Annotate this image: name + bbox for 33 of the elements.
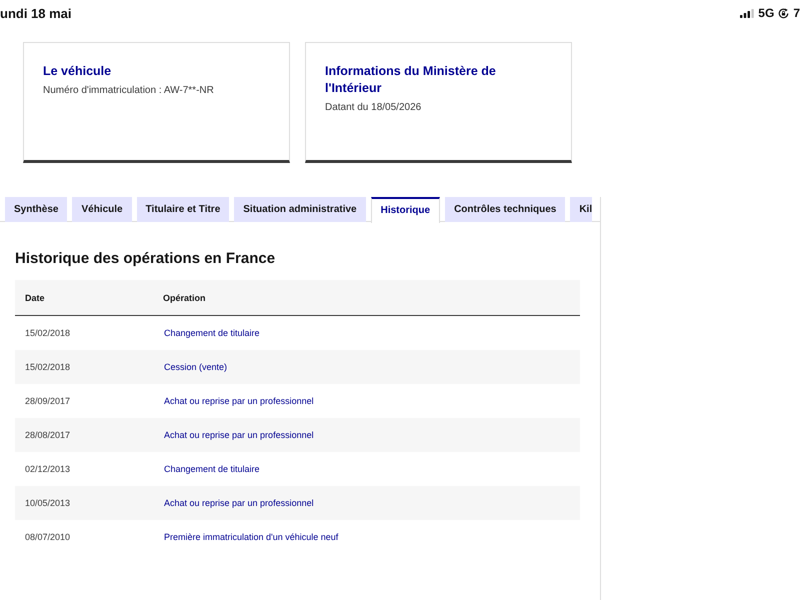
section-title: Historique des opérations en France	[15, 249, 276, 269]
card-title: Informations du Ministère de l'Intérieur	[325, 63, 497, 97]
tab[interactable]: Véhicule	[72, 197, 132, 222]
table-cell: Achat ou reprise par un professionnel	[163, 384, 580, 418]
table-cell: Première immatriculation d'un véhicule neuf	[163, 520, 580, 554]
network-label: 5G	[758, 6, 774, 21]
table-cell: 15/02/2018	[15, 316, 163, 350]
table-cell: Changement de titulaire	[163, 316, 580, 350]
table-cell: 02/12/2013	[15, 452, 163, 486]
table-cell: Achat ou reprise par un professionnel	[163, 486, 580, 520]
table-cell: Achat ou reprise par un professionnel	[163, 418, 580, 452]
column-header: Opération	[163, 280, 580, 316]
table-cell: 10/05/2013	[15, 486, 163, 520]
table-cell: Changement de titulaire	[163, 452, 580, 486]
table-cell: 28/08/2017	[15, 418, 163, 452]
signal-bars-icon	[740, 9, 754, 18]
rotation-lock-icon	[778, 8, 790, 19]
table-cell: 08/07/2010	[15, 520, 163, 554]
table-cell: Cession (vente)	[163, 350, 580, 384]
card-subtitle: Numéro d'immatriculation : AW-7**-NR	[43, 84, 215, 97]
status-date: undi 18 mai	[0, 6, 72, 21]
tab[interactable]: Synthèse	[5, 197, 68, 222]
tab[interactable]: Contrôles techniques	[445, 197, 566, 222]
battery-percent: 7	[793, 6, 800, 21]
column-header: Date	[15, 280, 163, 316]
tab[interactable]: Situation administrative	[234, 197, 366, 222]
tab[interactable]: Titulaire et Titre	[136, 197, 230, 222]
card-title: Le véhicule	[43, 63, 112, 80]
table-cell: 15/02/2018	[15, 350, 163, 384]
card-subtitle: Datant du 18/05/2026	[325, 101, 422, 114]
tab[interactable]: Historique	[370, 197, 440, 223]
table-cell: 28/09/2017	[15, 384, 163, 418]
tab[interactable]: Kil	[570, 197, 592, 222]
